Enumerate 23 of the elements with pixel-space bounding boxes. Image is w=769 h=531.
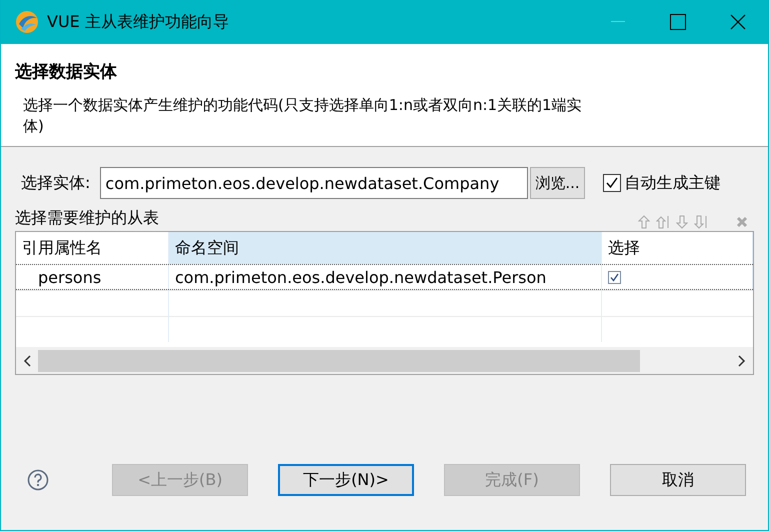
column-header[interactable]: 命名空间: [169, 232, 602, 264]
scroll-left-icon[interactable]: [23, 354, 31, 366]
dialog-button[interactable]: 取消: [610, 464, 746, 496]
table-label: 选择需要维护的从表: [15, 208, 160, 229]
scrollbar-thumb[interactable]: [38, 350, 640, 372]
browse-button[interactable]: 浏览...: [530, 167, 585, 199]
entity-field[interactable]: com.primeton.eos.develop.newdataset.Company: [100, 167, 528, 199]
column-header[interactable]: 选择: [602, 232, 753, 264]
dialog-button[interactable]: 下一步(N)>: [278, 464, 414, 496]
page-heading: 选择数据实体: [15, 61, 118, 83]
entity-label: 选择实体:: [21, 172, 90, 194]
help-icon[interactable]: [27, 469, 49, 491]
scroll-right-icon[interactable]: [738, 354, 746, 366]
window-title: VUE 主从表维护功能向导: [47, 12, 230, 32]
table-cell: com.primeton.eos.develop.newdataset.Person: [169, 265, 602, 289]
app-logo-icon: [15, 10, 39, 34]
row-checkbox[interactable]: [608, 270, 621, 284]
close-icon[interactable]: [730, 14, 746, 30]
table-cell: persons: [16, 265, 169, 289]
auto-key-label: 自动生成主键: [624, 172, 721, 194]
page-description: 选择一个数据实体产生维护的功能代码(只支持选择单向1:n或者双向n:1关联的1端实体): [23, 95, 583, 137]
maximize-icon[interactable]: [670, 14, 686, 30]
auto-key-checkbox[interactable]: [602, 174, 621, 192]
